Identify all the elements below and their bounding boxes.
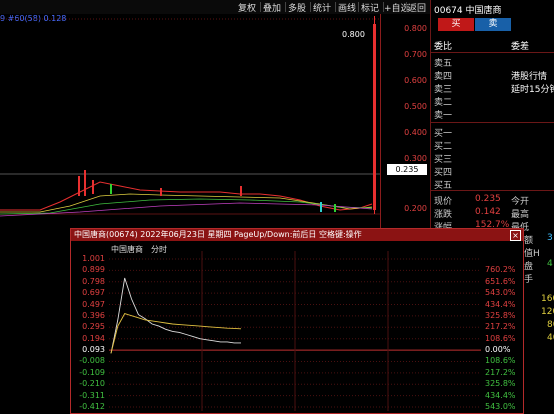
popup-pct-label: 0.00% (485, 345, 511, 355)
sell-level-5: 卖五 (434, 59, 453, 69)
stat-value-change: 0.142 (475, 207, 501, 217)
candles (0, 16, 376, 217)
edge-label: 手 (524, 275, 534, 285)
popup-pct-label: 760.2% (485, 265, 516, 275)
weibi-label: 委比 (434, 42, 453, 52)
popup-y-label: 0.697 (82, 288, 105, 298)
divider (406, 2, 407, 12)
popup-y-label: -0.412 (79, 402, 105, 411)
popup-pct-label: 217.2% (485, 322, 516, 332)
axis-label: 0.700 (404, 50, 427, 59)
popup-y-label: -0.109 (79, 367, 105, 377)
toolbar-overlay[interactable]: 叠加 (263, 1, 281, 14)
axis-label: 0.500 (404, 102, 427, 111)
edge-number: 160 (541, 294, 554, 304)
popup-title: 中国唐商(00674) 2022年06月23日 星期四 PageUp/Down:… (74, 230, 362, 239)
popup-y-label: 0.194 (82, 333, 105, 343)
stat-label-price: 现价 (434, 197, 453, 207)
edge-label: 值H (524, 249, 540, 259)
price-axis: 0.800 0.700 0.600 0.500 0.400 0.300 0.23… (380, 14, 431, 228)
divider (285, 2, 286, 12)
toolbar-draw[interactable]: 画线 (338, 1, 356, 14)
sell-level-1: 卖一 (434, 111, 453, 121)
popup-pct-label: 434.4% (485, 299, 516, 309)
sell-level-3: 卖三 (434, 85, 453, 95)
popup-title-bar[interactable]: 中国唐商(00674) 2022年06月23日 星期四 PageUp/Down:… (71, 229, 523, 241)
top-toolbar: 复权 叠加 多股 统计 画线 标记 +自选 返回 (0, 0, 430, 14)
popup-y-label: 1.001 (82, 254, 105, 263)
buy-level-2: 买二 (434, 142, 453, 152)
weicha-label: 委差 (511, 42, 530, 52)
edge-label: 盘 (524, 262, 534, 272)
kline-svg (0, 16, 380, 217)
popup-y-label: -0.311 (79, 390, 105, 400)
toolbar-stats[interactable]: 统计 (313, 1, 331, 14)
stock-title: 00674 中国唐商 (434, 6, 502, 16)
delay-notice: 延时15分钟 (511, 85, 554, 95)
stat-value-price: 0.235 (475, 194, 501, 204)
divider (358, 2, 359, 12)
edge-value: 3 (547, 233, 553, 243)
buy-button[interactable]: 买 (438, 18, 474, 31)
hk-notice: 港股行情 (511, 72, 548, 82)
sell-level-4: 卖四 (434, 72, 453, 82)
sell-button[interactable]: 卖 (475, 18, 511, 31)
popup-y-label: -0.210 (79, 379, 105, 389)
intraday-popup[interactable]: 中国唐商(00674) 2022年06月23日 星期四 PageUp/Down:… (70, 228, 524, 414)
divider (260, 2, 261, 12)
popup-y-label: 0.497 (82, 299, 105, 309)
edge-number: 120 (541, 307, 554, 317)
edge-value: 4 (547, 259, 553, 269)
popup-pct-label: 217.2% (485, 367, 516, 377)
popup-y-label: -0.008 (79, 356, 105, 366)
toolbar-multistock[interactable]: 多股 (288, 1, 306, 14)
divider (335, 2, 336, 12)
popup-pct-label: 325.8% (485, 379, 516, 389)
buy-level-3: 买三 (434, 155, 453, 165)
toolbar-back[interactable]: 返回 (408, 1, 426, 14)
axis-label: 0.400 (404, 128, 427, 137)
popup-pct-label: 543.0% (485, 402, 516, 411)
axis-label: 0.200 (404, 204, 427, 213)
popup-pct-label: 651.6% (485, 276, 516, 286)
edge-number: 40 (547, 333, 554, 343)
axis-label: 0.800 (404, 24, 427, 33)
avg-price-line (110, 313, 242, 354)
toolbar-mark[interactable]: 标记 (361, 1, 379, 14)
popup-y-label: 0.899 (82, 265, 105, 275)
popup-left-axis: 1.001 0.899 0.798 0.697 0.497 0.396 0.295 0.194… (71, 251, 107, 411)
popup-pct-label: 108.6% (485, 356, 516, 366)
edge-label: 额 (524, 236, 534, 246)
popup-y-label: 0.093 (82, 345, 105, 355)
axis-label: 0.600 (404, 76, 427, 85)
popup-right-axis: 760.2% 651.6% 543.0% 434.4% 325.8% 217.2% 108.… (483, 251, 523, 411)
popup-y-label: 0.295 (82, 322, 105, 332)
stat-label-high: 最高 (511, 210, 530, 220)
popup-pct-label: 434.4% (485, 390, 516, 400)
popup-y-label: 0.396 (82, 310, 105, 320)
high-marker: 0.800 (342, 30, 365, 39)
popup-pct-label: 108.6% (485, 333, 516, 343)
toolbar-fuquan[interactable]: 复权 (238, 1, 256, 14)
divider (431, 190, 554, 191)
buy-level-4: 买四 (434, 168, 453, 178)
divider (310, 2, 311, 12)
stat-label-open: 今开 (511, 197, 530, 207)
current-price-tag: 0.235 (387, 164, 427, 175)
popup-pct-label: 543.0% (485, 288, 516, 298)
close-icon[interactable]: × (510, 230, 521, 241)
main-kline-chart[interactable]: 9 #60(58) 0.128 0.800 (0, 14, 430, 228)
edge-number: 80 (547, 320, 554, 330)
popup-y-label: 0.798 (82, 276, 105, 286)
axis-label: 0.300 (404, 154, 427, 163)
sell-level-2: 卖二 (434, 98, 453, 108)
divider (431, 122, 554, 123)
stat-label-change: 涨跌 (434, 210, 453, 220)
divider (431, 52, 554, 53)
buy-level-1: 买一 (434, 129, 453, 139)
intraday-chart (109, 251, 481, 411)
popup-pct-label: 325.8% (485, 310, 516, 320)
